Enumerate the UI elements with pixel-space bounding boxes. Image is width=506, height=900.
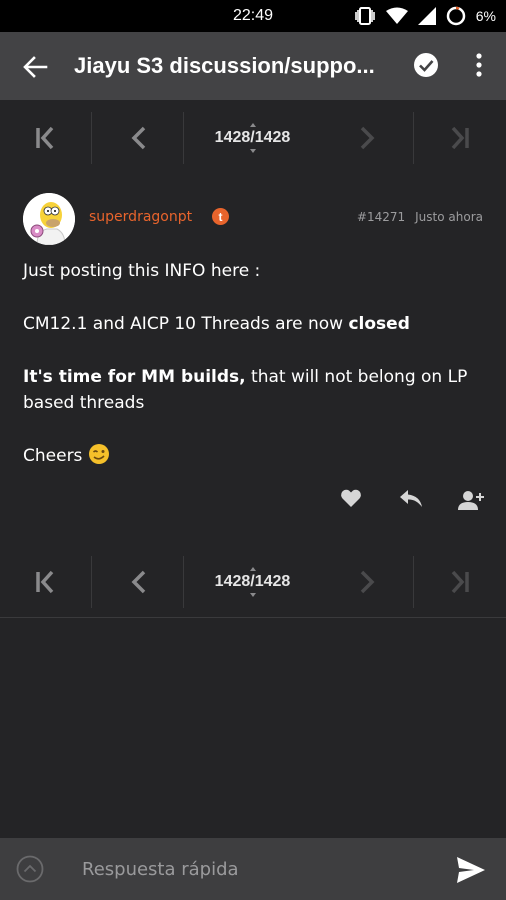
last-page-button[interactable] [414,544,506,620]
more-vert-icon[interactable] [474,52,484,78]
post-line: Just posting this INFO here : [23,261,261,281]
first-page-icon [36,570,54,594]
wifi-icon [385,7,408,24]
app-bar: Jiayu S3 discussion/suppo... [0,32,506,100]
post-line: It's time for MM builds, that will not b… [23,367,468,413]
chevron-left-icon [131,570,145,594]
avatar[interactable] [23,193,75,245]
page-indicator[interactable]: 1428/1428 [185,544,320,620]
page-select-arrows-icon [250,567,256,597]
page-current: 1428 [214,129,251,146]
back-arrow-icon[interactable] [22,54,48,80]
page-title: Jiayu S3 discussion/suppo... [74,53,375,78]
divider [0,617,506,618]
pager-bottom: 1428/1428 [0,544,506,620]
page-current: 1428 [214,573,251,590]
pager-top: 1428/1428 [0,100,506,176]
post-line: Cheers [23,443,483,469]
avatar-image [23,193,75,245]
add-user-icon[interactable] [458,490,484,510]
first-page-icon [36,126,54,150]
check-circle-icon[interactable] [413,52,439,78]
post-line: CM12.1 and AICP 10 Threads are now close… [23,314,410,334]
last-page-button[interactable] [414,100,506,176]
page-total: 1428 [254,129,291,146]
quick-reply-bar [0,838,506,900]
pager-separator [183,112,184,164]
battery-percent: 6% [475,8,496,24]
prev-page-button[interactable] [92,100,183,176]
author-badge: t [212,208,229,225]
first-page-button[interactable] [0,100,90,176]
next-page-button[interactable] [322,100,413,176]
page-total: 1428 [254,573,291,590]
status-bar: 22:49 6% [0,0,506,32]
vibrate-icon [354,7,375,25]
post-meta: #14271 Justo ahora [357,210,483,224]
page-indicator[interactable]: 1428/1428 [185,100,320,176]
chevron-right-icon [360,126,374,150]
signal-icon [417,7,436,25]
author-name[interactable]: superdragonpt [89,209,192,225]
status-icons: 6% [354,6,496,26]
expand-up-icon[interactable] [16,855,44,883]
send-icon[interactable] [456,856,486,884]
next-page-button[interactable] [322,544,413,620]
post-body: Just posting this INFO here : CM12.1 and… [23,258,483,496]
heart-icon[interactable] [340,488,362,508]
battery-icon [446,6,466,26]
post-time: Justo ahora [415,210,483,224]
first-page-button[interactable] [0,544,90,620]
wink-emoji-icon [89,444,110,464]
reply-icon[interactable] [399,488,423,508]
chevron-left-icon [131,126,145,150]
last-page-icon [451,126,469,150]
prev-page-button[interactable] [92,544,183,620]
chevron-right-icon [360,570,374,594]
pager-separator [183,556,184,608]
page-select-arrows-icon [250,123,256,153]
post-number[interactable]: #14271 [357,210,405,224]
quick-reply-input[interactable] [82,856,422,882]
last-page-icon [451,570,469,594]
